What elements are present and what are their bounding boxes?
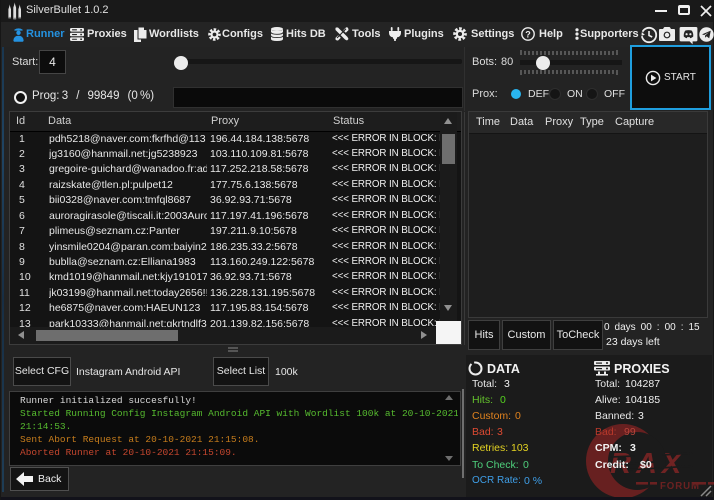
svg-text:?: ? (525, 29, 531, 39)
